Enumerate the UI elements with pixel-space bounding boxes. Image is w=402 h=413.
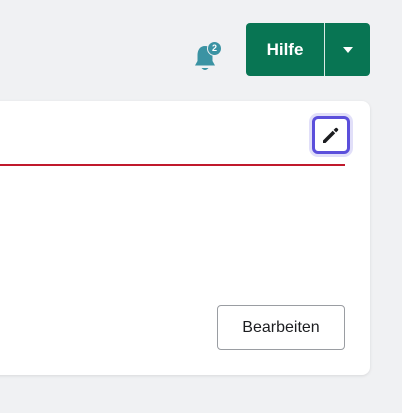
pencil-icon (323, 127, 339, 143)
help-dropdown-toggle[interactable] (325, 23, 370, 76)
content-card: Bearbeiten (0, 101, 370, 375)
caret-down-icon (342, 46, 353, 53)
help-split-button: Hilfe (246, 23, 370, 76)
notification-count-badge: 2 (207, 41, 222, 56)
accent-divider (0, 164, 345, 166)
edit-button[interactable]: Bearbeiten (217, 305, 345, 350)
help-button[interactable]: Hilfe (246, 23, 324, 76)
edit-icon-button[interactable] (312, 116, 350, 154)
notifications-button[interactable]: 2 (190, 40, 222, 74)
